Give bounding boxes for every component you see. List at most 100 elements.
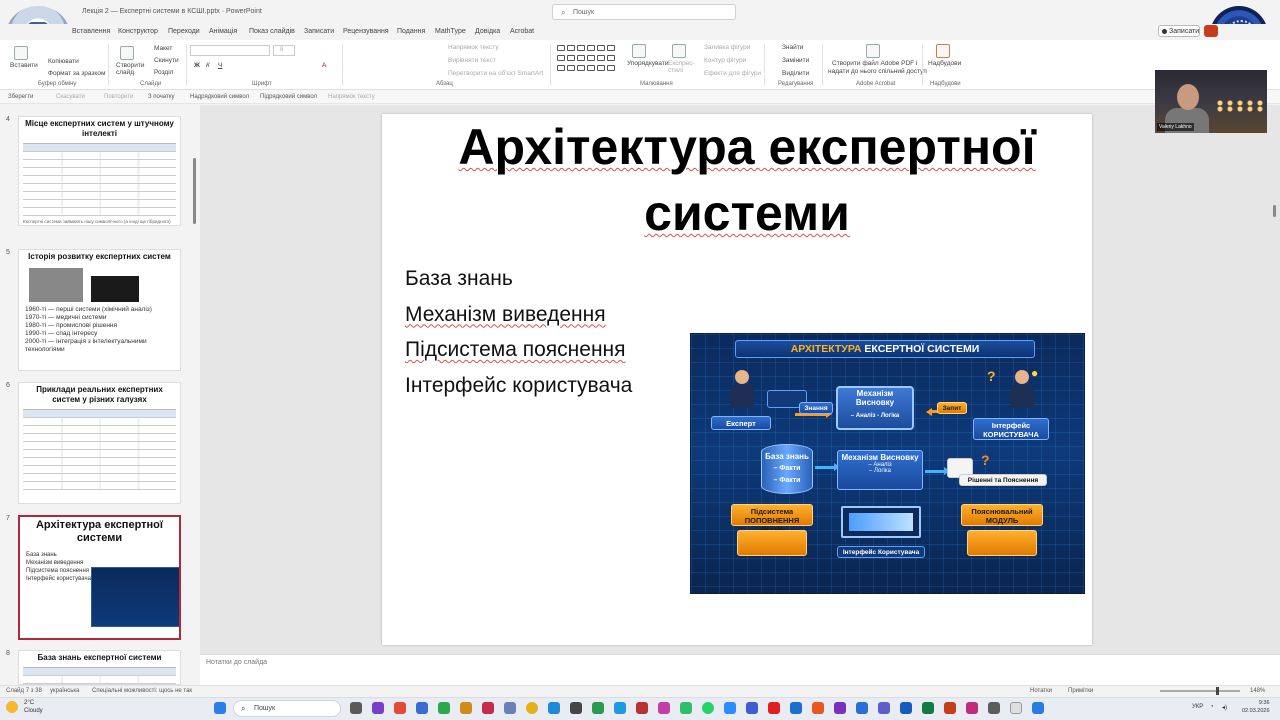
slide-title[interactable]: Архітектура експертної системи: [422, 114, 1072, 246]
thumbnail-scrollbar[interactable]: [193, 158, 196, 224]
folder-icon[interactable]: [460, 702, 472, 714]
text-direction-button[interactable]: Напрямок тексту: [448, 44, 499, 51]
app-icon[interactable]: [372, 702, 384, 714]
superscript-button[interactable]: Надрядковий символ: [190, 94, 249, 100]
app-icon[interactable]: [746, 702, 758, 714]
architecture-infographic[interactable]: АРХІТЕКТУРА ЕКСЕРТНОЇ СИСТЕМИ Експерт Зн…: [690, 333, 1085, 594]
tab-view[interactable]: Подання: [397, 28, 425, 35]
shape-outline-button[interactable]: Контур фігури: [704, 57, 746, 64]
app-icon[interactable]: [856, 702, 868, 714]
slide-thumbnail-6[interactable]: Приклади реальних експертних систем у рі…: [18, 382, 181, 504]
tab-animation[interactable]: Анімація: [209, 28, 237, 35]
volume-icon[interactable]: ◂): [1222, 704, 1227, 711]
slide-thumbnail-8[interactable]: База знань експертної системи: [18, 650, 181, 685]
slide-bullets[interactable]: База знань Механізм виведення Підсистема…: [405, 261, 632, 403]
save-button[interactable]: Зберегти: [8, 94, 33, 100]
tab-design[interactable]: Конструктор: [118, 28, 158, 35]
app-icon[interactable]: [394, 702, 406, 714]
editor-scrollbar[interactable]: [1273, 205, 1276, 217]
comments-toggle[interactable]: Примітки: [1068, 688, 1093, 694]
notes-toggle[interactable]: Нотатки: [1030, 688, 1052, 694]
from-start-button[interactable]: З початку: [148, 94, 175, 100]
notes-pane[interactable]: Нотатки до слайда: [200, 654, 1280, 685]
language-tray[interactable]: УКР: [1192, 704, 1203, 710]
font-name-field[interactable]: [190, 45, 270, 56]
tab-slideshow[interactable]: Показ слайдів: [249, 28, 295, 35]
shape-effects-button[interactable]: Ефекти для фігури: [704, 70, 761, 77]
zoom-app-icon[interactable]: [724, 702, 736, 714]
app-icon[interactable]: [812, 702, 824, 714]
new-slide-button[interactable]: Створити слайд: [116, 62, 145, 76]
addins-button[interactable]: Надбудови: [928, 60, 961, 67]
language-indicator[interactable]: українська: [50, 688, 80, 694]
reset-button[interactable]: Скинути: [154, 57, 179, 64]
format-painter-button[interactable]: Формат за зразком: [48, 70, 105, 77]
excel-icon[interactable]: [922, 702, 934, 714]
weather-widget[interactable]: 2°C Cloudy: [6, 699, 43, 715]
align-text-button[interactable]: Вирівняти текст: [448, 57, 496, 64]
app-icon[interactable]: [1032, 702, 1044, 714]
copy-button[interactable]: Копіювати: [48, 58, 79, 65]
search-input[interactable]: ⌕ Пошук: [552, 4, 736, 20]
tab-review[interactable]: Рецензування: [343, 28, 389, 35]
zoom-slider[interactable]: [1160, 687, 1240, 695]
find-button[interactable]: Знайти: [782, 44, 803, 51]
app-icon[interactable]: [504, 702, 516, 714]
create-pdf-button[interactable]: Створити файл Adobe PDF і: [832, 60, 917, 67]
powerpoint-icon[interactable]: [944, 702, 956, 714]
undo-button[interactable]: Скасувати: [56, 94, 85, 100]
shapes-gallery[interactable]: [556, 44, 618, 74]
subscript-button[interactable]: Підрядковий символ: [260, 94, 317, 100]
italic-button[interactable]: К: [206, 62, 210, 69]
app-icon[interactable]: [1010, 702, 1022, 714]
start-icon[interactable]: [214, 702, 226, 714]
webcam-preview[interactable]: Valeriy Lakhno: [1155, 70, 1267, 133]
slide-thumbnail-7[interactable]: Архітектура експертної системи База знан…: [18, 515, 181, 640]
word-icon[interactable]: [900, 702, 912, 714]
system-clock[interactable]: 9:36 02.03.2026: [1242, 699, 1270, 715]
app-icon[interactable]: [570, 702, 582, 714]
wifi-icon[interactable]: ◔: [1210, 704, 1214, 710]
teams-icon[interactable]: [878, 702, 890, 714]
app-icon[interactable]: [768, 702, 780, 714]
record-button[interactable]: Записати: [1158, 25, 1200, 37]
slide-thumbnail-5[interactable]: Історія розвитку експертних систем 1960-…: [18, 249, 181, 371]
app-icon[interactable]: [416, 702, 428, 714]
tab-acrobat[interactable]: Acrobat: [510, 28, 534, 35]
select-button[interactable]: Виділити: [782, 70, 809, 77]
font-color-button[interactable]: A: [322, 62, 326, 69]
chrome-icon[interactable]: [526, 702, 538, 714]
arrange-button[interactable]: Упорядкувати: [627, 60, 668, 67]
shape-fill-button[interactable]: Заливка фігури: [704, 44, 750, 51]
app-icon[interactable]: [636, 702, 648, 714]
bold-button[interactable]: Ж: [194, 62, 200, 69]
tab-insert[interactable]: Вставлення: [72, 28, 110, 35]
app-icon[interactable]: [680, 702, 692, 714]
underline-button[interactable]: Ч: [218, 62, 222, 69]
accessibility-indicator[interactable]: Спеціальні можливості: щось не так: [92, 688, 192, 694]
app-icon[interactable]: [988, 702, 1000, 714]
zoom-level[interactable]: 148%: [1250, 688, 1265, 694]
redo-button[interactable]: Повторити: [104, 94, 134, 100]
app-icon[interactable]: [834, 702, 846, 714]
share-button[interactable]: [1204, 25, 1218, 37]
taskbar-search[interactable]: ⌕ Пошук: [233, 700, 341, 717]
font-size-field[interactable]: 8: [273, 45, 295, 56]
slide-thumbnail-4[interactable]: Місце експертних систем у штучному інтел…: [18, 116, 181, 226]
app-icon[interactable]: [614, 702, 626, 714]
whatsapp-icon[interactable]: [702, 702, 714, 714]
task-view-icon[interactable]: [350, 702, 362, 714]
app-icon[interactable]: [658, 702, 670, 714]
tab-mathtype[interactable]: MathType: [435, 28, 466, 35]
smartart-button[interactable]: Перетворити на об'єкт SmartArt: [448, 70, 543, 77]
tab-transitions[interactable]: Переходи: [168, 28, 200, 35]
tab-record[interactable]: Записати: [304, 28, 334, 35]
paste-button[interactable]: Вставити: [10, 62, 38, 69]
section-button[interactable]: Розділ: [154, 69, 173, 76]
layout-button[interactable]: Макет: [154, 45, 172, 52]
app-icon[interactable]: [966, 702, 978, 714]
tab-help[interactable]: Довідка: [475, 28, 500, 35]
quick-styles-button[interactable]: Експрес-стилі: [668, 60, 695, 74]
replace-button[interactable]: Замінити: [782, 57, 809, 64]
edge-icon[interactable]: [548, 702, 560, 714]
